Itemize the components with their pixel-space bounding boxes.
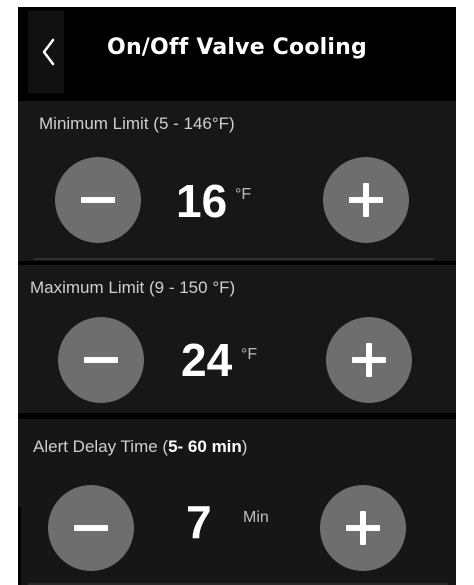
alert-delay-label-range: 5- 60 min <box>168 437 242 456</box>
maximum-limit-value: 24 <box>181 334 233 386</box>
minimum-limit-section: Minimum Limit (5 - 146°F) 16 °F <box>18 101 456 261</box>
maximum-limit-section: Maximum Limit (9 - 150 °F) 24 °F <box>18 265 456 413</box>
minimum-limit-label: Minimum Limit (5 - 146°F) <box>39 114 235 133</box>
section-divider <box>34 258 434 260</box>
alert-delay-decrement-button[interactable] <box>48 485 134 571</box>
maximum-limit-unit: °F <box>241 346 258 363</box>
alert-delay-section: Alert Delay Time (5- 60 min) 7 Min <box>18 419 456 585</box>
page-title: On/Off Valve Cooling <box>107 35 367 60</box>
plus-icon <box>346 511 380 545</box>
maximum-limit-label: Maximum Limit (9 - 150 °F) <box>30 278 236 297</box>
alert-delay-label: Alert Delay Time (5- 60 min) <box>33 437 247 457</box>
alert-delay-unit: Min <box>243 509 269 526</box>
minimum-limit-unit: °F <box>235 186 252 203</box>
alert-delay-increment-button[interactable] <box>320 485 406 571</box>
minus-icon <box>81 197 115 203</box>
header: On/Off Valve Cooling <box>18 7 456 99</box>
edge-strip <box>18 507 21 585</box>
alert-delay-label-prefix: Alert Delay Time ( <box>33 437 169 456</box>
minus-icon <box>74 525 108 531</box>
plus-icon <box>352 343 386 377</box>
minimum-limit-increment-button[interactable] <box>323 157 409 243</box>
minimum-limit-value: 16 <box>176 175 228 227</box>
app-screen: On/Off Valve Cooling Minimum Limit (5 - … <box>18 7 456 585</box>
minimum-limit-decrement-button[interactable] <box>55 157 141 243</box>
alert-delay-label-suffix: ) <box>241 437 248 456</box>
minus-icon <box>84 357 118 363</box>
plus-icon <box>349 183 383 217</box>
alert-delay-value: 7 <box>186 496 212 548</box>
maximum-limit-increment-button[interactable] <box>326 317 412 403</box>
maximum-limit-decrement-button[interactable] <box>58 317 144 403</box>
